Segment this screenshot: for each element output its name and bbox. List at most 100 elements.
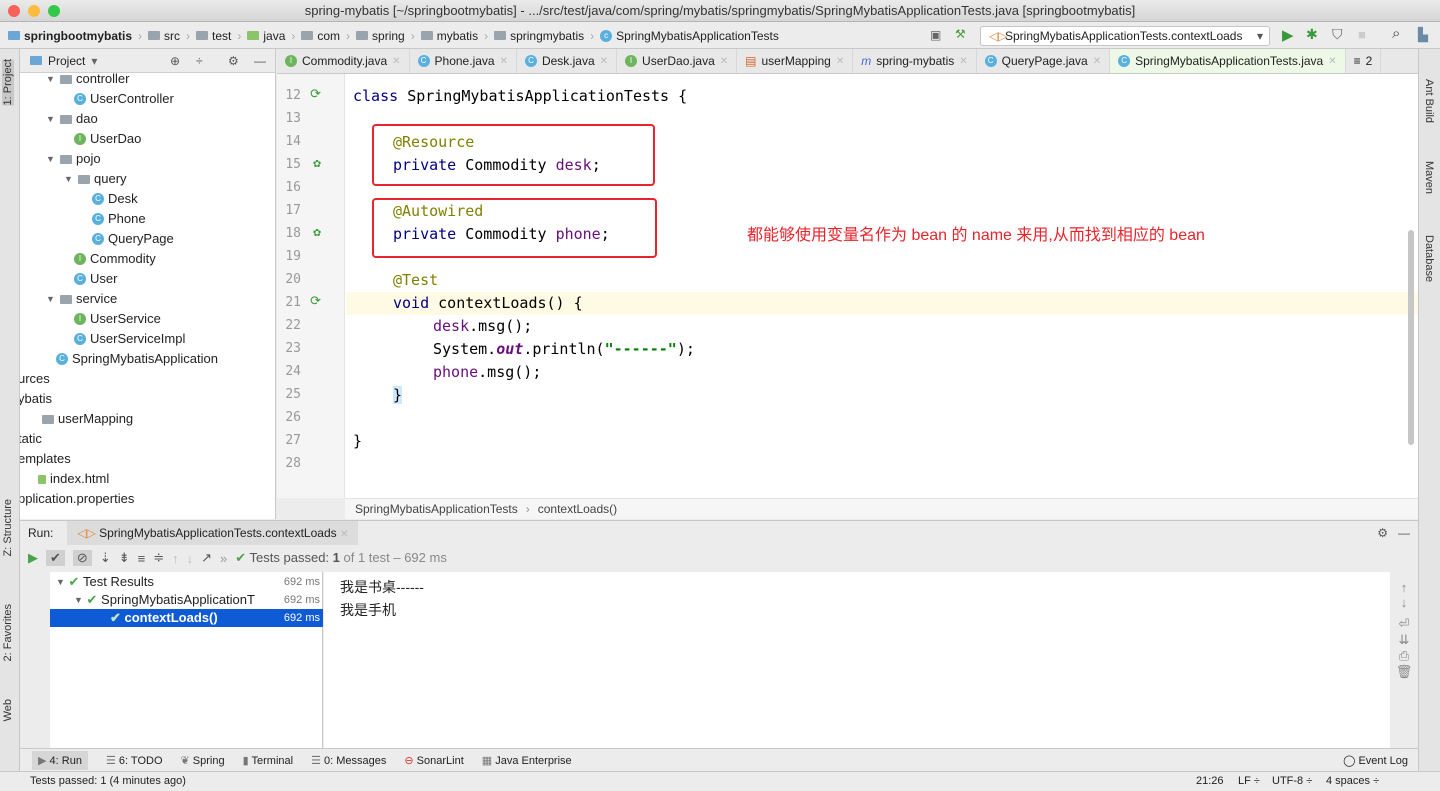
crumb-class[interactable]: c SpringMybatisApplicationTests — [600, 29, 779, 43]
tab-commodity-java[interactable]: I Commodity.java ✕ — [277, 49, 410, 73]
project-tree-item[interactable]: I UserDao — [74, 129, 141, 149]
run-gutter-icon[interactable]: ⟳ — [307, 294, 321, 309]
close-tab-icon[interactable]: ✕ — [959, 56, 967, 67]
export-icon[interactable]: ↗ — [201, 550, 212, 566]
crumb-com[interactable]: com — [301, 29, 340, 43]
show-ignored-toggle[interactable]: ⊘ — [72, 550, 92, 566]
tab-querypage-java[interactable]: C QueryPage.java ✕ — [977, 49, 1111, 73]
crumb-mybatis[interactable]: mybatis — [420, 29, 478, 43]
close-tab-icon[interactable]: ✕ — [1093, 56, 1101, 67]
run-icon[interactable]: ▶ — [1282, 26, 1294, 44]
print-icon[interactable]: ⎙ — [1390, 648, 1418, 664]
breadcrumb-method[interactable]: contextLoads() — [538, 502, 617, 516]
debug-bug-icon[interactable]: ✱ — [1306, 26, 1318, 43]
close-window-button[interactable] — [8, 5, 20, 17]
tool-database[interactable]: Database — [1423, 235, 1435, 282]
project-tree-item[interactable]: ▼ service — [46, 289, 117, 309]
locate-icon[interactable]: ⊕ — [170, 54, 180, 68]
expand-arrow-icon[interactable]: ▼ — [46, 69, 56, 89]
tool-window-4-run[interactable]: ▶ 4: Run — [32, 750, 88, 770]
breadcrumb-class[interactable]: SpringMybatisApplicationTests — [355, 502, 518, 516]
tab-springmybatisapplicationtests-java[interactable]: C SpringMybatisApplicationTests.java ✕ — [1110, 49, 1346, 73]
run-gutter-icon[interactable]: ⟳ — [307, 87, 321, 102]
next-failed-icon[interactable]: ↓ — [187, 551, 194, 566]
stop-icon[interactable]: ■ — [1358, 27, 1366, 42]
zoom-window-button[interactable] — [48, 5, 60, 17]
project-tree-item[interactable]: C Phone — [92, 209, 146, 229]
close-tab-icon[interactable]: ✕ — [1328, 56, 1336, 67]
minimize-window-button[interactable] — [28, 5, 40, 17]
close-tab-icon[interactable]: ✕ — [720, 56, 728, 67]
project-tree-item[interactable]: tatic — [20, 429, 42, 449]
run-tab[interactable]: ◁▷ SpringMybatisApplicationTests.context… — [67, 520, 359, 546]
project-tree-item[interactable]: emplates — [20, 449, 71, 469]
project-tree-item[interactable]: urces — [20, 369, 50, 389]
tab-desk-java[interactable]: C Desk.java ✕ — [517, 49, 618, 73]
bean-gutter-icon[interactable]: ✿ — [307, 156, 321, 171]
prev-failed-icon[interactable]: ↑ — [172, 551, 179, 566]
project-tree-item[interactable]: C UserController — [74, 89, 174, 109]
tool-structure[interactable]: Z: Structure — [2, 499, 14, 556]
caret-position[interactable]: 21:26 — [1196, 772, 1224, 791]
encoding[interactable]: UTF-8 ÷ — [1272, 772, 1312, 791]
project-tree-item[interactable]: I UserService — [74, 309, 161, 329]
project-tree-item[interactable]: ▼ query — [64, 169, 127, 189]
crumb-springmybatis[interactable]: springmybatis — [494, 29, 584, 43]
expand-arrow-icon[interactable]: ▼ — [46, 149, 56, 169]
hide-icon[interactable]: — — [254, 54, 266, 68]
tab-phone-java[interactable]: C Phone.java ✕ — [410, 49, 517, 73]
tool-window-java-enterprise[interactable]: ▦ Java Enterprise — [482, 754, 572, 767]
project-tree-item[interactable]: C Desk — [92, 189, 138, 209]
gear-icon[interactable]: ⚙ — [1377, 526, 1388, 540]
crumb-src[interactable]: src — [148, 29, 180, 43]
close-tab-icon[interactable]: ✕ — [836, 56, 844, 67]
project-tree-item[interactable]: C QueryPage — [92, 229, 174, 249]
bean-gutter-icon[interactable]: ✿ — [307, 225, 321, 240]
tool-maven[interactable]: Maven — [1423, 161, 1435, 194]
tabs-overflow-button[interactable]: ≡ 2 — [1346, 49, 1382, 73]
test-method-node[interactable]: ✔ contextLoads() 692 ms — [50, 609, 323, 627]
tool-window-spring[interactable]: ❦ Spring — [181, 754, 225, 767]
close-tab-icon[interactable]: ✕ — [500, 56, 508, 67]
rerun-icon[interactable]: ▶ — [28, 550, 38, 566]
close-tab-icon[interactable]: ✕ — [600, 56, 608, 67]
tool-favorites[interactable]: 2: Favorites — [2, 604, 14, 661]
expand-arrow-icon[interactable]: ▼ — [64, 169, 74, 189]
crumb-java[interactable]: java — [247, 29, 285, 43]
project-tree-item[interactable]: ▼ dao — [46, 109, 98, 129]
tab-usermapping[interactable]: ▤ userMapping ✕ — [737, 49, 854, 73]
layout-icon[interactable]: ▣ — [930, 28, 941, 42]
sort-alpha-icon[interactable]: ⇣ — [100, 550, 111, 566]
collapse-all-icon[interactable]: ≑ — [153, 550, 164, 566]
down-icon[interactable]: ↓ — [1390, 595, 1418, 610]
project-tree-item[interactable]: C UserServiceImpl — [74, 329, 185, 349]
run-configuration-select[interactable]: ◁▷ SpringMybatisApplicationTests.contextL… — [980, 26, 1270, 46]
event-log-button[interactable]: ◯ Event Log — [1343, 754, 1408, 767]
close-tab-icon[interactable]: ✕ — [392, 56, 400, 67]
soft-wrap-icon[interactable]: ⏎ — [1390, 616, 1418, 632]
tool-window-6-todo[interactable]: ☰ 6: TODO — [106, 754, 163, 767]
expand-arrow-icon[interactable]: ▼ — [46, 289, 56, 309]
project-tree-item[interactable]: C User — [74, 269, 117, 289]
gear-icon[interactable]: ⚙ — [228, 54, 239, 68]
expand-all-icon[interactable]: ≡ — [138, 551, 146, 566]
hide-icon[interactable]: — — [1398, 526, 1410, 540]
crumb-project[interactable]: springbootmybatis — [8, 29, 132, 43]
project-tree-item[interactable]: ▼ pojo — [46, 149, 101, 169]
project-tree-item[interactable]: I Commodity — [74, 249, 156, 269]
indent-setting[interactable]: 4 spaces ÷ — [1326, 772, 1379, 791]
crumb-spring[interactable]: spring — [356, 29, 405, 43]
project-view-select[interactable]: Project — [48, 54, 85, 68]
tab-spring-mybatis[interactable]: m spring-mybatis ✕ — [853, 49, 977, 73]
tool-window-0-messages[interactable]: ☰ 0: Messages — [311, 754, 386, 767]
editor-scrollbar[interactable] — [1408, 230, 1414, 445]
project-tree-item[interactable]: C SpringMybatisApplication — [56, 349, 218, 369]
test-class-node[interactable]: ▼ ✔ SpringMybatisApplicationT 692 ms — [50, 591, 323, 609]
project-tree-item[interactable]: index.html — [38, 469, 109, 489]
project-tree-item[interactable]: ▼ controller — [46, 69, 129, 89]
build-hammer-icon[interactable]: ⚒ — [955, 27, 966, 41]
crumb-test[interactable]: test — [196, 29, 231, 43]
coverage-icon[interactable]: ⛉ — [1332, 26, 1343, 43]
tool-window-sonarlint[interactable]: ⊖ SonarLint — [404, 754, 463, 767]
project-structure-icon[interactable]: ▙ — [1418, 27, 1428, 43]
